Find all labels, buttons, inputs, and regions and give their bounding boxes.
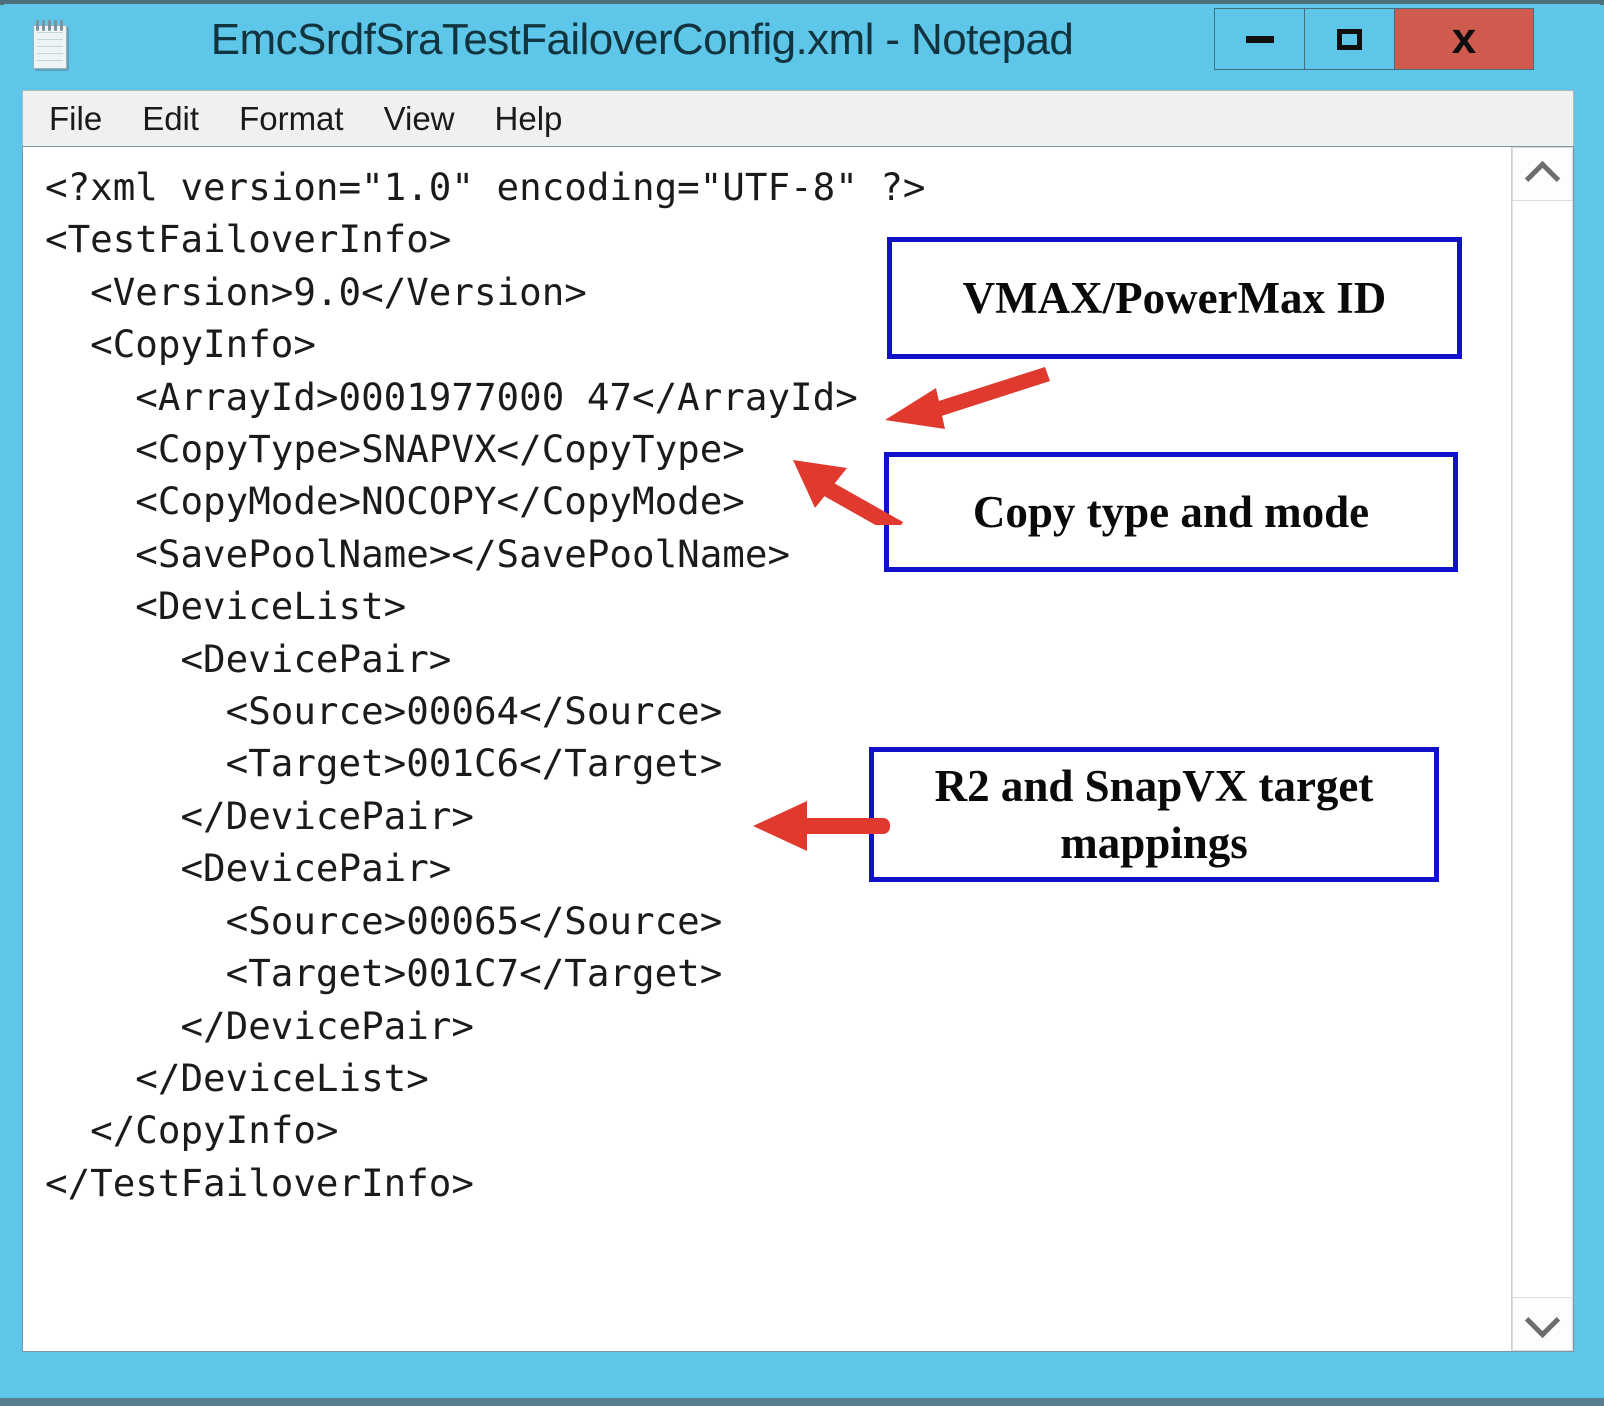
scrollbar-track[interactable] [1512, 201, 1573, 1297]
annotation-box-copy-type-mode: Copy type and mode [884, 452, 1458, 572]
close-button[interactable]: x [1395, 9, 1533, 69]
notepad-window: EmcSrdfSraTestFailoverConfig.xml - Notep… [4, 4, 1600, 1394]
minimize-icon [1245, 35, 1274, 43]
screen: EmcSrdfSraTestFailoverConfig.xml - Notep… [0, 0, 1604, 1406]
maximize-button[interactable] [1305, 9, 1395, 69]
annotation-box-vmax-id: VMAX/PowerMax ID [887, 237, 1462, 359]
window-controls: x [1214, 8, 1534, 70]
scroll-down-button[interactable] [1512, 1297, 1573, 1351]
annotation-box-target-mappings: R2 and SnapVX target mappings [869, 747, 1439, 882]
close-icon: x [1451, 14, 1477, 63]
scroll-up-button[interactable] [1512, 147, 1573, 201]
vertical-scrollbar[interactable] [1511, 147, 1573, 1351]
title-bar[interactable]: EmcSrdfSraTestFailoverConfig.xml - Notep… [4, 4, 1600, 90]
desktop-background-bottom [0, 1398, 1604, 1406]
minimize-button[interactable] [1215, 9, 1305, 69]
chevron-down-icon [1524, 1302, 1561, 1338]
menu-bar: File Edit Format View Help [22, 90, 1574, 146]
menu-item-file[interactable]: File [49, 100, 102, 138]
menu-item-format[interactable]: Format [239, 100, 344, 138]
menu-item-view[interactable]: View [384, 100, 455, 138]
menu-item-help[interactable]: Help [495, 100, 563, 138]
maximize-icon [1337, 28, 1362, 50]
chevron-up-icon [1524, 160, 1561, 196]
menu-item-edit[interactable]: Edit [142, 100, 199, 138]
